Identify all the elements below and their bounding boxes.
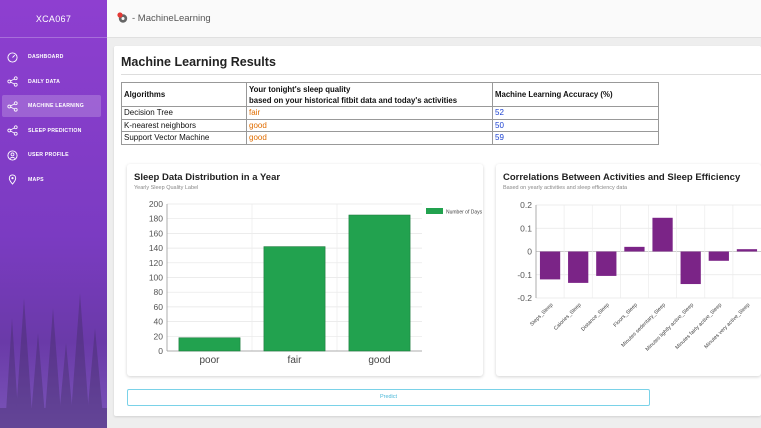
header-algorithms: Algorithms bbox=[121, 82, 247, 107]
y-tick-label: 160 bbox=[149, 228, 163, 238]
sidebar-item-dashboard[interactable]: DASHBOARD bbox=[2, 46, 101, 68]
sleep-distribution-panel: Sleep Data Distribution in a Year Yearly… bbox=[127, 164, 483, 376]
y-tick-label: 200 bbox=[149, 199, 163, 209]
x-tick-label: Minutes lightly active_Sleep bbox=[645, 302, 695, 352]
bar bbox=[178, 337, 241, 352]
sidebar-item-user-profile[interactable]: USER PROFILE bbox=[2, 144, 101, 166]
header-sleep-quality-line2: based on your historical fitbit data and… bbox=[249, 95, 458, 105]
table-row: Decision Tree fair 52 bbox=[121, 106, 659, 120]
y-tick-label: 0.2 bbox=[520, 200, 532, 210]
y-tick-label: 40 bbox=[154, 317, 164, 327]
breadcrumb: - MachineLearning bbox=[117, 12, 211, 24]
sleep-quality-value: good bbox=[246, 131, 493, 145]
page-title: Machine Learning Results bbox=[121, 55, 276, 69]
share-icon bbox=[6, 76, 18, 88]
sidebar-nav: DASHBOARD DAILY DATA MACHINE LEARNING SL… bbox=[0, 46, 107, 193]
x-tick-label: good bbox=[368, 355, 390, 366]
x-tick-label: Steps_Sleep bbox=[529, 302, 555, 328]
y-tick-label: 0.1 bbox=[520, 223, 532, 233]
bar bbox=[539, 251, 561, 280]
x-tick-label: poor bbox=[199, 355, 220, 366]
y-tick-label: 180 bbox=[149, 214, 163, 224]
sleep-quality-value: good bbox=[246, 118, 493, 132]
bar bbox=[680, 251, 701, 285]
sidebar-item-daily-data[interactable]: DAILY DATA bbox=[2, 71, 101, 93]
header-accuracy: Machine Learning Accuracy (%) bbox=[492, 82, 659, 107]
accuracy-value: 52 bbox=[492, 106, 659, 120]
correlation-chart: -0.2 -0.1 0 0.1 0.2 Steps_SleepCalories_Sleep… bbox=[517, 200, 761, 353]
x-tick-label: Distance_Sleep bbox=[580, 302, 611, 333]
x-tick-label: Calories_Sleep bbox=[553, 302, 583, 332]
top-bar: - MachineLearning bbox=[107, 0, 761, 38]
forest-background-image bbox=[0, 293, 107, 428]
table-header-row: Algorithms Your tonight's sleep quality … bbox=[121, 82, 659, 107]
sidebar-item-label: DAILY DATA bbox=[28, 78, 61, 85]
y-tick-label: 140 bbox=[149, 243, 163, 253]
y-tick-label: 100 bbox=[149, 273, 163, 283]
table-row: K-nearest neighbors good 50 bbox=[121, 118, 659, 132]
y-tick-label: 0 bbox=[527, 247, 532, 257]
x-tick-label: Minutes fairly active_Sleep bbox=[674, 302, 723, 351]
sidebar-item-label: SLEEP PREDICTION bbox=[28, 127, 82, 134]
gear-icon[interactable] bbox=[117, 12, 129, 24]
bar bbox=[348, 214, 411, 352]
bar bbox=[708, 251, 729, 261]
bar bbox=[596, 251, 617, 276]
share-icon bbox=[6, 100, 18, 112]
accuracy-value: 59 bbox=[492, 131, 659, 145]
legend-label: Number of Days bbox=[446, 210, 483, 216]
y-tick-label: -0.2 bbox=[517, 293, 532, 303]
sidebar-item-label: MAPS bbox=[28, 176, 44, 183]
bar bbox=[652, 217, 673, 252]
map-pin-icon bbox=[6, 174, 18, 186]
sidebar-item-maps[interactable]: MAPS bbox=[2, 169, 101, 191]
sidebar-item-label: USER PROFILE bbox=[28, 152, 69, 158]
brand-title[interactable]: XCA067 bbox=[0, 0, 107, 38]
accuracy-value: 50 bbox=[492, 118, 659, 132]
algorithm-name: Decision Tree bbox=[121, 106, 247, 120]
y-tick-label: 20 bbox=[154, 331, 164, 341]
share-icon bbox=[6, 125, 18, 137]
dashboard-icon bbox=[6, 51, 18, 63]
breadcrumb-label: - MachineLearning bbox=[132, 12, 211, 24]
y-tick-label: 0 bbox=[158, 346, 163, 356]
bar bbox=[568, 251, 589, 283]
algorithm-name: Support Vector Machine bbox=[121, 131, 247, 145]
y-tick-label: 60 bbox=[154, 302, 164, 312]
algorithm-name: K-nearest neighbors bbox=[121, 118, 247, 132]
y-tick-label: 80 bbox=[154, 287, 164, 297]
x-tick-label: fair bbox=[288, 355, 303, 366]
user-icon bbox=[6, 149, 18, 161]
sidebar-item-label: DASHBOARD bbox=[28, 54, 64, 60]
table-row: Support Vector Machine good 59 bbox=[121, 131, 659, 145]
bar bbox=[736, 249, 758, 252]
sidebar-item-label: MACHINE LEARNING bbox=[28, 103, 84, 109]
x-tick-label: Floors_Sleep bbox=[613, 302, 639, 328]
legend-swatch bbox=[426, 208, 443, 214]
divider bbox=[121, 74, 761, 75]
y-tick-label: -0.1 bbox=[517, 270, 532, 280]
sidebar: XCA067 DASHBOARD DAILY DATA MACHINE LEAR… bbox=[0, 0, 107, 428]
bar bbox=[624, 246, 645, 252]
y-tick-label: 120 bbox=[149, 258, 163, 268]
main-card: Machine Learning Results Algorithms Your… bbox=[114, 46, 761, 416]
predict-button[interactable]: Predict bbox=[127, 389, 650, 406]
bar bbox=[263, 246, 326, 352]
results-table: Algorithms Your tonight's sleep quality … bbox=[121, 82, 659, 145]
sleep-quality-value: fair bbox=[246, 106, 493, 120]
correlation-panel: Correlations Between Activities and Slee… bbox=[496, 164, 761, 376]
header-sleep-quality-line1: Your tonight's sleep quality bbox=[249, 84, 351, 94]
sidebar-item-machine-learning[interactable]: MACHINE LEARNING bbox=[2, 95, 101, 117]
sidebar-item-sleep-prediction[interactable]: SLEEP PREDICTION bbox=[2, 120, 101, 142]
sleep-distribution-chart: 0 20 40 60 80 100 120 140 160 180 200 poor fair good N… bbox=[149, 199, 483, 366]
header-sleep-quality: Your tonight's sleep quality based on yo… bbox=[246, 82, 493, 107]
